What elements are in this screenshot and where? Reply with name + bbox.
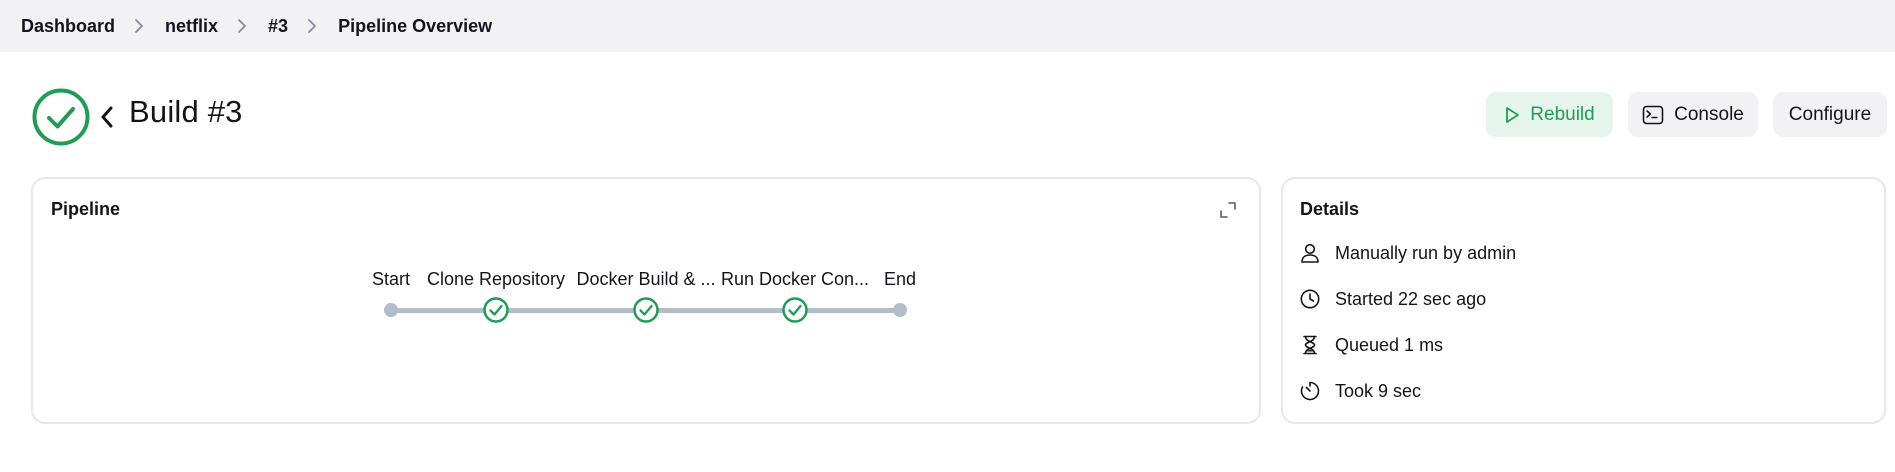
user-icon xyxy=(1299,242,1321,264)
stage-node-run-docker[interactable] xyxy=(781,296,809,324)
pipeline-card-title: Pipeline xyxy=(51,199,121,219)
stage-label-start: Start xyxy=(371,269,411,289)
detail-row-started: Started 22 sec ago xyxy=(1299,288,1486,310)
end-node xyxy=(893,303,907,317)
configure-button[interactable]: Configure xyxy=(1773,92,1887,137)
detail-run-by-text: Manually run by admin xyxy=(1335,242,1517,263)
breadcrumb-item-pipeline-overview[interactable]: Pipeline Overview xyxy=(338,16,492,37)
stage-label-end: End xyxy=(883,269,917,289)
detail-row-run-by: Manually run by admin xyxy=(1299,242,1516,264)
terminal-icon xyxy=(1642,105,1664,125)
detail-started-text: Started 22 sec ago xyxy=(1335,288,1487,309)
stage-success-icon xyxy=(782,297,808,323)
chevron-right-icon xyxy=(237,18,247,34)
chevron-right-icon xyxy=(134,18,144,34)
stage-success-icon xyxy=(483,297,509,323)
details-card: Details Manually run by admin Started 22… xyxy=(1281,177,1886,424)
breadcrumb-bar: Dashboard netflix #3 Pipeline Overview xyxy=(0,0,1895,52)
breadcrumb-item-dashboard[interactable]: Dashboard xyxy=(21,16,115,37)
breadcrumb-item-netflix[interactable]: netflix xyxy=(165,16,218,37)
breadcrumb-item-build[interactable]: #3 xyxy=(268,16,288,37)
play-icon xyxy=(1504,106,1520,124)
clock-icon xyxy=(1299,288,1321,310)
stage-label-docker-build: Docker Build & ... xyxy=(576,269,716,289)
detail-row-queued: Queued 1 ms xyxy=(1299,334,1443,356)
console-label: Console xyxy=(1674,103,1744,125)
detail-queued-text: Queued 1 ms xyxy=(1335,334,1444,355)
success-check-icon xyxy=(32,88,90,146)
rebuild-label: Rebuild xyxy=(1530,103,1595,125)
rebuild-button[interactable]: Rebuild xyxy=(1486,92,1613,137)
stage-node-docker-build[interactable] xyxy=(632,296,660,324)
page-header: Build #3 Rebuild Console Configure xyxy=(0,52,1895,177)
stage-node-clone-repository[interactable] xyxy=(482,296,510,324)
pipeline-card: Pipeline Start Clone Repository Docker B… xyxy=(31,177,1261,424)
detail-took-text: Took 9 sec xyxy=(1335,380,1422,401)
start-node xyxy=(384,303,398,317)
console-button[interactable]: Console xyxy=(1628,92,1758,137)
configure-label: Configure xyxy=(1788,103,1872,125)
back-chevron-icon[interactable] xyxy=(98,104,116,130)
timer-icon xyxy=(1299,380,1321,402)
stage-label-clone-repository: Clone Repository xyxy=(426,269,566,289)
hourglass-icon xyxy=(1299,334,1321,356)
detail-row-took: Took 9 sec xyxy=(1299,380,1421,402)
page-title: Build #3 xyxy=(129,94,243,129)
stage-success-icon xyxy=(633,297,659,323)
stage-label-run-docker: Run Docker Con... xyxy=(720,269,870,289)
chevron-right-icon xyxy=(307,18,317,34)
details-card-title: Details xyxy=(1300,199,1360,219)
breadcrumb: Dashboard netflix #3 Pipeline Overview xyxy=(0,16,492,37)
expand-icon[interactable] xyxy=(1219,201,1237,219)
